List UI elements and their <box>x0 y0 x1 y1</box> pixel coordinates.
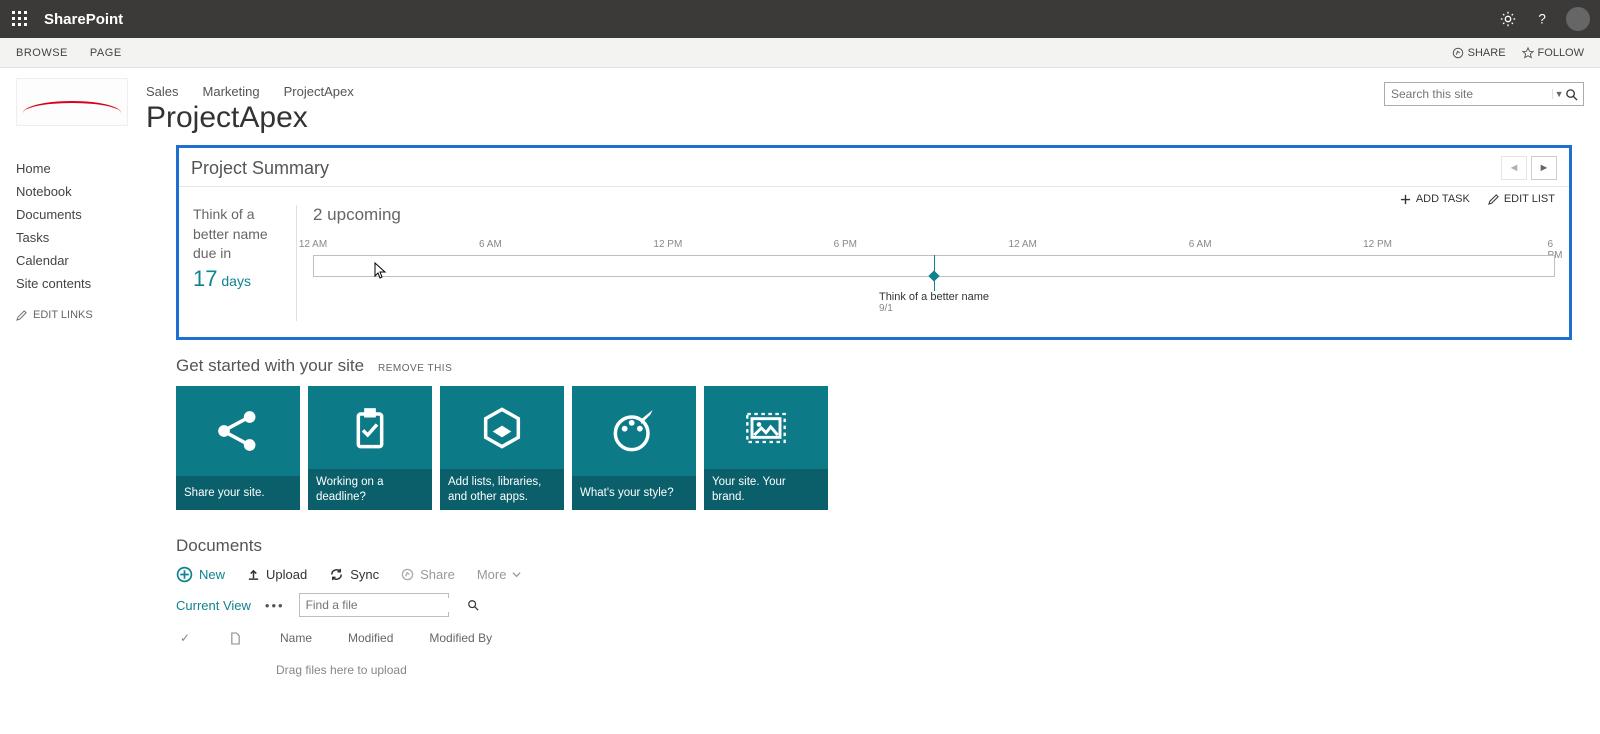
tile-label: Your site. Your brand. <box>712 475 820 504</box>
timeline-marker-text: Think of a better name 9/1 <box>879 291 989 314</box>
app-launcher-icon[interactable] <box>10 9 30 29</box>
find-file-input[interactable] <box>300 598 467 612</box>
timeline-marker-line <box>934 255 935 291</box>
time-label: 6 AM <box>479 239 502 250</box>
time-label: 12 PM <box>653 239 682 250</box>
card-line3: due in <box>193 244 288 264</box>
time-label: 6 PM <box>834 239 857 250</box>
svg-text:?: ? <box>1538 12 1546 27</box>
top-nav-projectapex[interactable]: ProjectApex <box>284 84 354 99</box>
leftnav-tasks[interactable]: Tasks <box>16 226 170 249</box>
timeline-next-button[interactable]: ► <box>1531 156 1557 180</box>
upload-label: Upload <box>266 567 307 582</box>
card-days-unit: days <box>221 273 251 289</box>
tile-share-site[interactable]: Share your site. <box>176 386 300 510</box>
edit-list-button[interactable]: EDIT LIST <box>1488 193 1555 205</box>
remove-this-link[interactable]: REMOVE THIS <box>378 363 452 374</box>
tile-deadline[interactable]: Working on a deadline? <box>308 386 432 510</box>
leftnav-notebook[interactable]: Notebook <box>16 180 170 203</box>
type-column-icon[interactable] <box>230 632 244 645</box>
upcoming-heading: 2 upcoming <box>313 205 1555 225</box>
column-modifiedby[interactable]: Modified By <box>429 631 492 645</box>
gear-icon[interactable] <box>1498 9 1518 29</box>
quick-launch: Home Notebook Documents Tasks Calendar S… <box>0 139 170 321</box>
add-task-label: ADD TASK <box>1416 193 1470 205</box>
ribbon-tab-page[interactable]: PAGE <box>90 47 122 59</box>
next-task-card: Think of a better name due in 17 days <box>193 205 297 321</box>
ribbon-tab-browse[interactable]: BROWSE <box>16 47 68 59</box>
leftnav-sitecontents[interactable]: Site contents <box>16 272 170 295</box>
project-summary-title: Project Summary <box>191 158 329 179</box>
edit-links-label: EDIT LINKS <box>33 309 93 321</box>
documents-title: Documents <box>176 536 1572 556</box>
current-view-link[interactable]: Current View <box>176 598 251 613</box>
time-label: 12 AM <box>299 239 327 250</box>
share-button[interactable]: SHARE <box>1452 47 1506 59</box>
top-nav-sales[interactable]: Sales <box>146 84 179 99</box>
select-all-icon[interactable]: ✓ <box>180 631 194 645</box>
sync-button[interactable]: Sync <box>329 567 379 582</box>
site-title: ProjectApex <box>146 101 354 135</box>
time-label: 12 PM <box>1363 239 1392 250</box>
search-box[interactable]: ▼ <box>1384 82 1584 106</box>
find-file-go-icon[interactable] <box>467 599 479 611</box>
tile-label: Working on a deadline? <box>316 475 424 504</box>
time-label: 12 AM <box>1009 239 1037 250</box>
leftnav-calendar[interactable]: Calendar <box>16 249 170 272</box>
search-input[interactable] <box>1385 87 1552 101</box>
search-go-icon[interactable] <box>1565 88 1583 101</box>
card-line2: better name <box>193 225 288 245</box>
tile-label: Add lists, libraries, and other apps. <box>448 475 556 504</box>
follow-label: FOLLOW <box>1538 47 1584 59</box>
upload-button[interactable]: Upload <box>247 567 307 582</box>
project-summary-webpart: Project Summary ◄ ► ADD TASK EDIT LIST <box>176 145 1572 340</box>
tile-style[interactable]: What's your style? <box>572 386 696 510</box>
view-options-icon[interactable]: ••• <box>265 598 285 613</box>
marker-date: 9/1 <box>879 303 989 314</box>
time-label: 6 AM <box>1189 239 1212 250</box>
share-doc-button[interactable]: Share <box>401 567 455 582</box>
column-modified[interactable]: Modified <box>348 631 393 645</box>
brand-label: SharePoint <box>44 11 123 28</box>
avatar[interactable] <box>1566 7 1590 31</box>
documents-toolbar: New Upload Sync Share More <box>176 566 1572 583</box>
card-days-number: 17 <box>193 266 217 291</box>
column-name[interactable]: Name <box>280 631 312 645</box>
search-scope-dropdown-icon[interactable]: ▼ <box>1552 89 1565 99</box>
top-nav-marketing[interactable]: Marketing <box>203 84 260 99</box>
tile-add-apps[interactable]: Add lists, libraries, and other apps. <box>440 386 564 510</box>
find-file-box[interactable] <box>299 593 449 617</box>
add-task-button[interactable]: ADD TASK <box>1400 193 1470 205</box>
more-label: More <box>477 567 507 582</box>
new-label: New <box>199 567 225 582</box>
share-doc-label: Share <box>420 567 455 582</box>
site-logo[interactable] <box>16 78 128 126</box>
sync-label: Sync <box>350 567 379 582</box>
leftnav-documents[interactable]: Documents <box>16 203 170 226</box>
share-label: SHARE <box>1468 47 1506 59</box>
tile-label: Share your site. <box>184 486 265 500</box>
page-head: Sales Marketing ProjectApex ProjectApex … <box>0 68 1600 139</box>
documents-column-headers: ✓ Name Modified Modified By <box>176 631 1572 645</box>
timeline-labels: 12 AM6 AM12 PM6 PM12 AM6 AM12 PM6 PM <box>313 239 1555 253</box>
new-button[interactable]: New <box>176 566 225 583</box>
drop-zone[interactable]: Drag files here to upload <box>276 663 1572 677</box>
help-icon[interactable]: ? <box>1532 9 1552 29</box>
top-nav: Sales Marketing ProjectApex <box>146 84 354 99</box>
tile-label: What's your style? <box>580 486 674 500</box>
edit-list-label: EDIT LIST <box>1504 193 1555 205</box>
get-started-tiles: Share your site. Working on a deadline? … <box>176 386 1572 510</box>
edit-links-button[interactable]: EDIT LINKS <box>16 309 170 321</box>
follow-button[interactable]: FOLLOW <box>1522 47 1584 59</box>
leftnav-home[interactable]: Home <box>16 157 170 180</box>
tile-brand[interactable]: Your site. Your brand. <box>704 386 828 510</box>
card-line1: Think of a <box>193 205 288 225</box>
more-button[interactable]: More <box>477 567 522 582</box>
get-started-title: Get started with your site <box>176 356 364 376</box>
timeline-prev-button[interactable]: ◄ <box>1501 156 1527 180</box>
suite-bar: SharePoint ? <box>0 0 1600 38</box>
ribbon: BROWSE PAGE SHARE FOLLOW <box>0 38 1600 68</box>
marker-label: Think of a better name <box>879 291 989 303</box>
